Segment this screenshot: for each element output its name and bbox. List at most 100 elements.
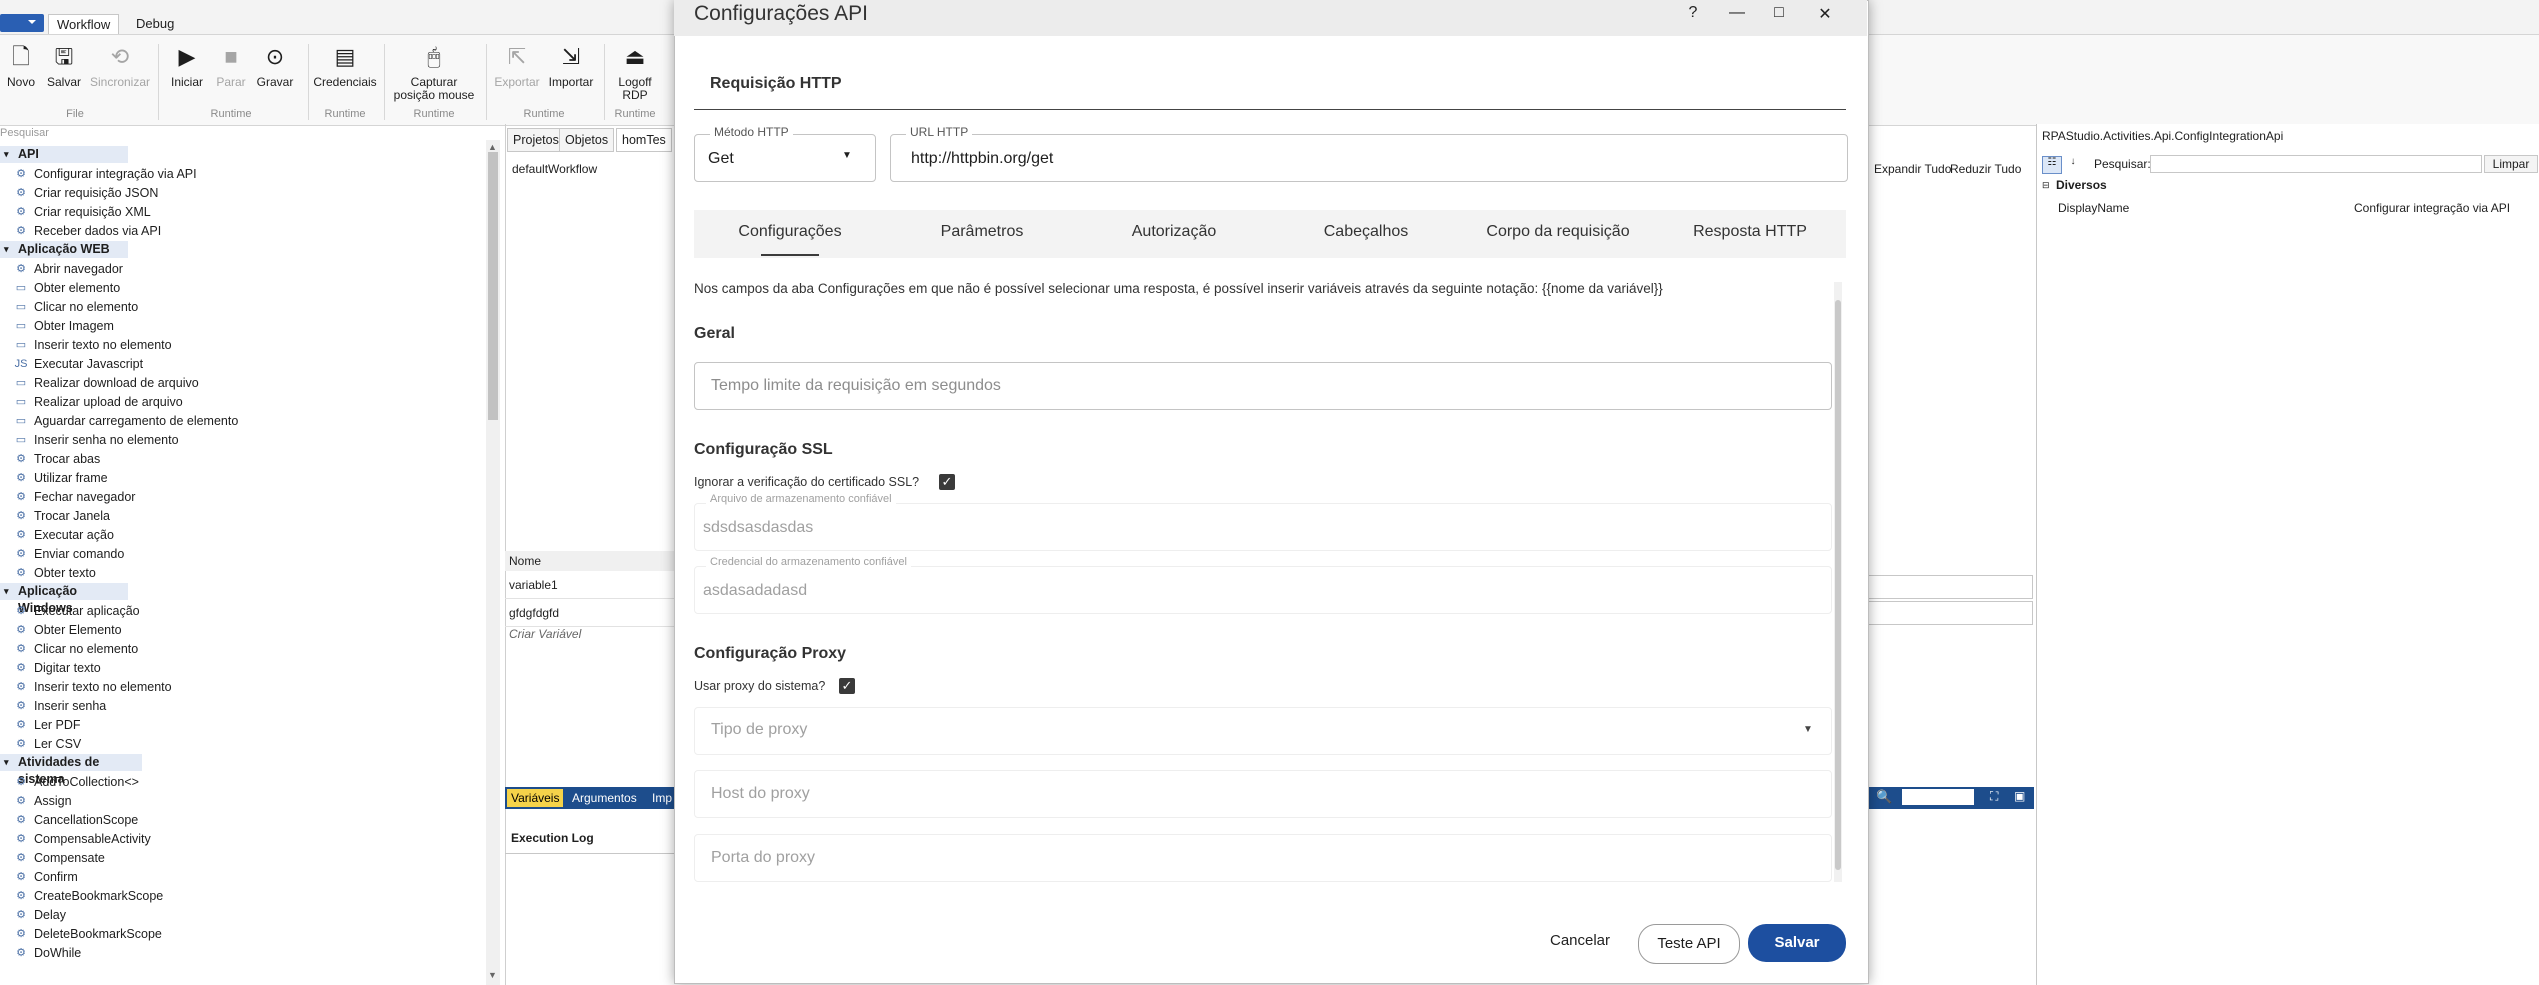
clear-button[interactable]: Limpar	[2484, 155, 2538, 173]
expand-all-link[interactable]: Expandir Tudo	[1874, 162, 1951, 176]
export-button[interactable]: ⇱ Exportar	[492, 44, 542, 89]
tab-imports[interactable]: Imp	[648, 789, 676, 807]
toolbox-activity[interactable]: ▭ Aguardar carregamento de elemento	[16, 412, 239, 431]
variable-row[interactable]: variable1	[505, 572, 679, 599]
variable-type-cell[interactable]	[1868, 601, 2033, 625]
tab-corpo-requisicao[interactable]: Corpo da requisição	[1462, 210, 1654, 258]
toolbox-activity[interactable]: ⚙ Criar requisição XML	[16, 203, 151, 222]
category-toggle-icon[interactable]: ▾	[4, 146, 9, 163]
tab-objects[interactable]: Objetos	[559, 128, 615, 152]
toolbox-activity[interactable]: JS Executar Javascript	[15, 355, 144, 374]
toolbox-activity[interactable]: ▭ Realizar download de arquivo	[16, 374, 199, 393]
collapse-all-link[interactable]: Reduzir Tudo	[1950, 162, 2021, 176]
toolbox-category[interactable]: ▾ Atividades de sistema	[0, 754, 142, 786]
toolbox-activity[interactable]: ▭ Clicar no elemento	[16, 298, 138, 317]
toolbox-scroll-thumb[interactable]	[488, 152, 498, 420]
toolbox-activity[interactable]: ⚙ Executar ação	[16, 526, 114, 545]
category-toggle-icon[interactable]: ▾	[4, 583, 9, 600]
toolbox-activity[interactable]: ⚙ Clicar no elemento	[16, 640, 138, 659]
create-variable-row[interactable]: Criar Variável	[509, 627, 581, 641]
sync-button[interactable]: ⟲ Sincronizar	[88, 44, 152, 89]
toolbox-search-input[interactable]: Pesquisar	[0, 127, 500, 141]
capture-mouse-button[interactable]: 🖱 Capturar posição mouse	[388, 44, 480, 102]
toolbox-activity[interactable]: ⚙ Receber dados via API	[16, 222, 161, 241]
tab-workflow-file[interactable]: homTes	[616, 128, 672, 152]
toolbox-activity[interactable]: ▭ Inserir texto no elemento	[16, 336, 172, 355]
toolbox-activity[interactable]: ▭ Inserir senha no elemento	[16, 431, 179, 450]
tab-configuracoes[interactable]: Configurações	[694, 210, 886, 258]
credentials-button[interactable]: ▤ Credenciais	[312, 44, 378, 89]
toolbox-activity[interactable]: ⚙ Abrir navegador	[16, 260, 123, 279]
toolbox-activity[interactable]: ▭ Realizar upload de arquivo	[16, 393, 183, 412]
trust-store-file-field[interactable]	[694, 503, 1832, 551]
toolbox-activity[interactable]: ⚙ Confirm	[16, 868, 78, 887]
toolbox-activity[interactable]: ⚙ Trocar Janela	[16, 507, 110, 526]
collapse-category-icon[interactable]: ⊟	[2042, 180, 2050, 191]
categorized-view-icon[interactable]: ☷	[2042, 156, 2062, 174]
properties-search-input[interactable]	[2150, 155, 2482, 173]
zoom-select[interactable]	[1902, 789, 1974, 805]
test-api-button[interactable]: Teste API	[1638, 924, 1740, 964]
tab-projects[interactable]: Projetos	[507, 128, 565, 152]
toolbox-activity[interactable]: ⚙ Utilizar frame	[16, 469, 108, 488]
tab-parametros[interactable]: Parâmetros	[886, 210, 1078, 258]
proxy-type-select[interactable]	[694, 707, 1832, 755]
toolbox-activity[interactable]: ⚙ Digitar texto	[16, 659, 101, 678]
ribbon-tab-workflow[interactable]: Workflow	[48, 14, 120, 35]
proxy-port-field[interactable]	[694, 834, 1832, 882]
alphabetical-view-icon[interactable]: ↓	[2064, 156, 2082, 172]
toolbox-activity[interactable]: ⚙ CancellationScope	[16, 811, 138, 830]
tab-variables[interactable]: Variáveis	[507, 789, 564, 807]
toolbox-activity[interactable]: ▭ Obter elemento	[16, 279, 120, 298]
ignore-ssl-checkbox[interactable]: ✓	[939, 474, 955, 490]
start-button[interactable]: ▶ Iniciar	[166, 44, 208, 89]
dialog-scroll-thumb[interactable]	[1835, 300, 1841, 870]
toolbox-activity[interactable]: ▭ Obter Imagem	[16, 317, 114, 336]
system-proxy-checkbox[interactable]: ✓	[839, 678, 855, 694]
close-icon[interactable]: ✕	[1810, 4, 1840, 24]
scroll-down-icon[interactable]: ▼	[488, 970, 497, 980]
save-dialog-button[interactable]: Salvar	[1748, 924, 1846, 962]
toolbox-category[interactable]: ▾ Aplicação WEB	[0, 241, 128, 258]
tab-cabecalhos[interactable]: Cabeçalhos	[1270, 210, 1462, 258]
toolbox-activity[interactable]: ⚙ DeleteBookmarkScope	[16, 925, 162, 944]
toolbox-activity[interactable]: ⚙ CreateBookmarkScope	[16, 887, 163, 906]
toolbox-activity[interactable]: ⚙ Assign	[16, 792, 71, 811]
variable-type-cell[interactable]	[1868, 575, 2033, 599]
toolbox-activity[interactable]: ⚙ Inserir senha	[16, 697, 106, 716]
overview-icon[interactable]: ▣	[2014, 789, 2025, 803]
scroll-up-icon[interactable]: ▲	[488, 142, 497, 152]
cancel-button[interactable]: Cancelar	[1534, 932, 1626, 954]
stop-button[interactable]: ■ Parar	[212, 44, 250, 89]
toolbox-activity[interactable]: ⚙ Enviar comando	[16, 545, 124, 564]
category-toggle-icon[interactable]: ▾	[4, 241, 9, 258]
variable-row[interactable]: gfdgfdgfd	[505, 600, 679, 627]
toolbox-category[interactable]: ▾ Aplicação Windows	[0, 583, 128, 615]
tab-autorizacao[interactable]: Autorização	[1078, 210, 1270, 258]
maximize-icon[interactable]: □	[1764, 4, 1794, 22]
toolbox-activity[interactable]: ⚙ Fechar navegador	[16, 488, 135, 507]
property-value[interactable]: Configurar integração via API	[2354, 201, 2510, 215]
proxy-host-field[interactable]	[694, 770, 1832, 818]
toolbox-activity[interactable]: ⚙ Inserir texto no elemento	[16, 678, 172, 697]
toolbox-activity[interactable]: ⚙ AddToCollection<>	[16, 773, 139, 792]
toolbox-category[interactable]: ▾ API	[0, 146, 128, 163]
category-toggle-icon[interactable]: ▾	[4, 754, 9, 771]
trust-store-credential-field[interactable]	[694, 566, 1832, 614]
logoff-rdp-button[interactable]: ⏏ Logoff RDP	[610, 44, 660, 102]
minimize-icon[interactable]: —	[1722, 4, 1752, 22]
toolbox-activity[interactable]: ⚙ DoWhile	[16, 944, 81, 963]
ribbon-tab-debug[interactable]: Debug	[128, 14, 182, 34]
import-button[interactable]: ⇲ Importar	[544, 44, 598, 89]
toolbox-activity[interactable]: ⚙ Ler PDF	[16, 716, 80, 735]
app-menu-button[interactable]	[0, 14, 44, 32]
new-button[interactable]: 🗋 Novo	[4, 44, 38, 89]
save-button[interactable]: 🖫 Salvar	[44, 44, 84, 89]
toolbox-activity[interactable]: ⚙ Delay	[16, 906, 66, 925]
toolbox-activity[interactable]: ⚙ Obter texto	[16, 564, 96, 583]
toolbox-activity[interactable]: ⚙ CompensableActivity	[16, 830, 151, 849]
record-button[interactable]: ⊙ Gravar	[254, 44, 296, 89]
toolbox-activity[interactable]: ⚙ Compensate	[16, 849, 105, 868]
toolbox-activity[interactable]: ⚙ Executar aplicação	[16, 602, 140, 621]
help-icon[interactable]: ?	[1678, 4, 1708, 22]
